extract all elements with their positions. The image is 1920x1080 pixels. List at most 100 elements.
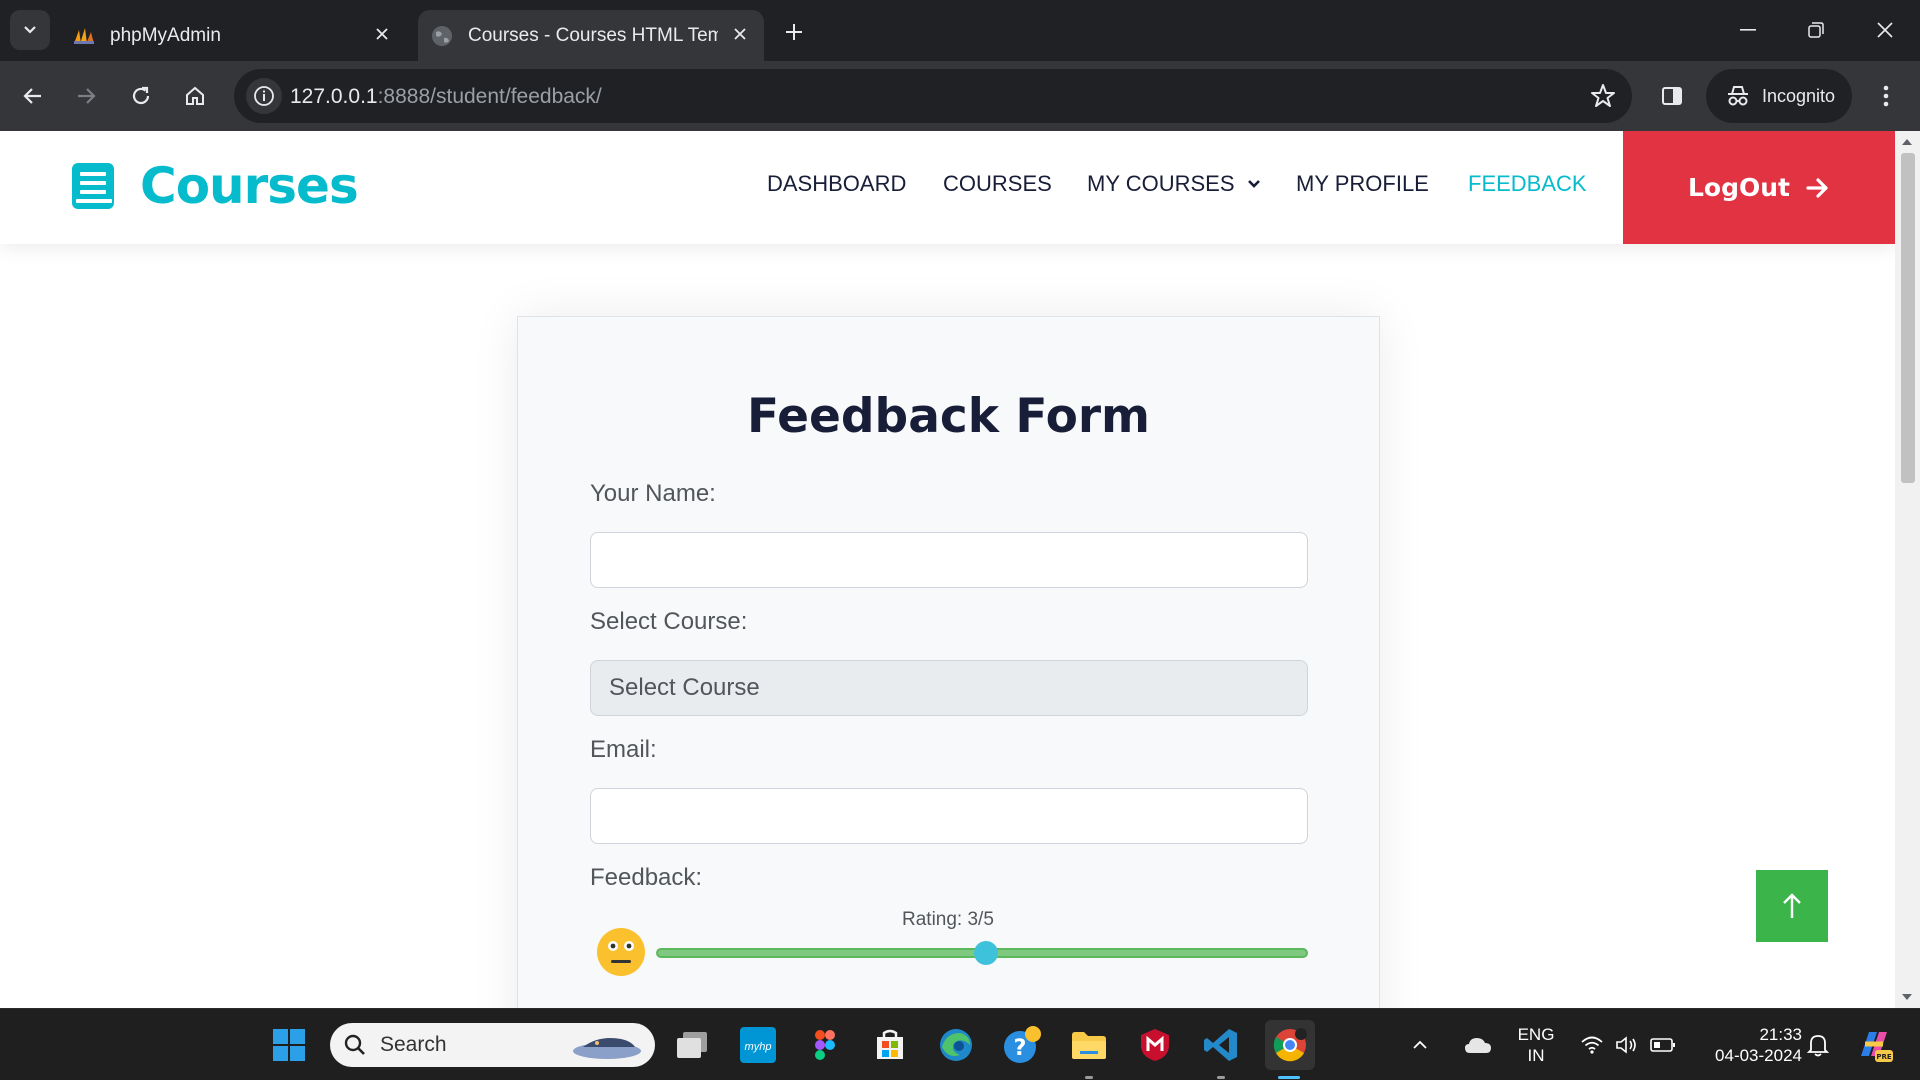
nav-my-profile-link[interactable]: MY PROFILE [1296,171,1429,197]
browser-menu-button[interactable] [1868,78,1904,114]
nav-feedback-link[interactable]: FEEDBACK [1468,171,1587,197]
page-scrollbar[interactable] [1895,131,1920,1008]
rating-slider[interactable] [656,941,1308,965]
reload-button[interactable] [123,78,159,114]
svg-text:?: ? [1014,1036,1027,1061]
help-app[interactable]: ? [1000,1023,1044,1067]
start-button[interactable] [267,1023,311,1067]
brand-logo[interactable]: Courses [70,157,359,215]
name-input[interactable] [590,532,1308,588]
myhp-icon: myhp [740,1027,776,1063]
close-tab-icon[interactable] [730,24,750,44]
scrollbar-thumb[interactable] [1901,153,1915,483]
arrow-right-icon [78,88,96,104]
active-indicator [1278,1076,1300,1079]
language-indicator[interactable]: ENG IN [1512,1024,1560,1066]
cloud-icon [1465,1038,1491,1053]
url-path: :8888/student/feedback/ [377,85,602,108]
chrome-app[interactable] [1265,1020,1315,1070]
file-explorer-app[interactable] [1067,1023,1111,1067]
wifi-status[interactable] [1575,1023,1609,1067]
windows-taskbar: Search myhp ? ENG IN 21:33 04-03-2024 PR… [0,1008,1920,1080]
search-icon [344,1034,365,1055]
taskbar-search[interactable]: Search [330,1023,655,1067]
mcafee-shield-icon [1141,1029,1169,1061]
nav-my-courses[interactable]: MY COURSES [1087,171,1261,197]
tab-phpmyadmin[interactable]: phpMyAdmin [56,10,406,61]
incognito-badge[interactable]: Incognito [1706,69,1852,123]
show-hidden-icons-button[interactable] [1408,1023,1432,1067]
home-button[interactable] [177,78,213,114]
battery-status[interactable] [1646,1023,1680,1067]
name-label: Your Name: [590,480,716,507]
figma-app[interactable] [803,1023,847,1067]
scroll-down-icon[interactable] [1902,994,1912,1000]
rating-slider-thumb[interactable] [974,941,998,965]
arrow-up-icon [1783,893,1801,918]
url-host: 127.0.0.1 [290,85,378,108]
nav-my-courses-link[interactable]: MY COURSES [1087,171,1235,197]
battery-icon [1650,1038,1675,1052]
email-label: Email: [590,736,657,763]
nav-feedback[interactable]: FEEDBACK [1468,171,1587,197]
task-view-icon [677,1032,707,1058]
vscode-app[interactable] [1199,1023,1243,1067]
incognito-label: Incognito [1762,85,1836,106]
reload-icon [132,86,150,105]
volume-status[interactable] [1610,1023,1644,1067]
copilot-icon: PRE [1861,1032,1893,1062]
nav-my-profile[interactable]: MY PROFILE [1296,171,1429,197]
tab-title: Courses - Courses HTML Template [468,24,718,46]
feedback-form-card: Feedback Form Your Name: Select Course: … [517,316,1380,1008]
address-bar[interactable]: 127.0.0.1:8888/student/feedback/ [234,69,1632,123]
search-highlight-icon [573,1038,641,1059]
bookmark-star-icon[interactable] [1590,83,1616,114]
task-view-button[interactable] [670,1023,714,1067]
clock[interactable]: 21:33 04-03-2024 [1692,1024,1802,1066]
restore-button[interactable] [1798,16,1834,44]
minimize-button[interactable] [1730,16,1766,44]
plus-icon [786,24,802,40]
edge-app[interactable] [934,1023,978,1067]
running-indicator [1217,1076,1225,1079]
search-placeholder: Search [380,1033,447,1056]
new-tab-button[interactable] [780,18,808,46]
nav-courses[interactable]: COURSES [943,171,1052,197]
logout-button[interactable]: LogOut [1623,131,1895,244]
neutral-face-icon [597,928,645,976]
minimize-icon [1740,29,1756,31]
scroll-up-icon[interactable] [1902,139,1912,145]
microsoft-store-app[interactable] [868,1023,912,1067]
notifications-button[interactable] [1800,1023,1836,1067]
vscode-icon [1204,1029,1237,1061]
site-info-icon[interactable] [246,78,282,114]
feedback-label: Feedback: [590,864,703,891]
nav-courses-link[interactable]: COURSES [943,171,1052,197]
tab-title: phpMyAdmin [110,24,221,46]
nav-dashboard-link[interactable]: DASHBOARD [767,171,906,197]
mcafee-app[interactable] [1133,1023,1177,1067]
incognito-icon [1728,86,1748,106]
course-select[interactable]: Select Course [590,660,1308,716]
close-window-button[interactable] [1867,16,1903,44]
side-panel-button[interactable] [1654,78,1690,114]
windows-logo-icon [273,1029,305,1061]
copilot-button[interactable]: PRE [1852,1023,1896,1067]
rating-text: Rating: 3/5 [902,909,994,930]
onedrive-button[interactable] [1460,1023,1496,1067]
myhp-app[interactable]: myhp [736,1023,780,1067]
arrow-right-icon [1806,177,1828,198]
speaker-icon [1616,1036,1636,1054]
nav-dashboard[interactable]: DASHBOARD [767,171,906,197]
tab-courses[interactable]: Courses - Courses HTML Template [418,10,764,61]
back-to-top-button[interactable] [1756,870,1828,942]
browser-toolbar: 127.0.0.1:8888/student/feedback/ Incogni… [0,61,1920,131]
globe-icon [432,25,452,46]
kebab-menu-icon [1883,85,1889,107]
close-tab-icon[interactable] [372,24,392,44]
tab-search-button[interactable] [10,10,50,50]
email-input[interactable] [590,788,1308,844]
folder-icon [1072,1032,1106,1059]
back-button[interactable] [15,78,51,114]
forward-button[interactable] [68,78,104,114]
